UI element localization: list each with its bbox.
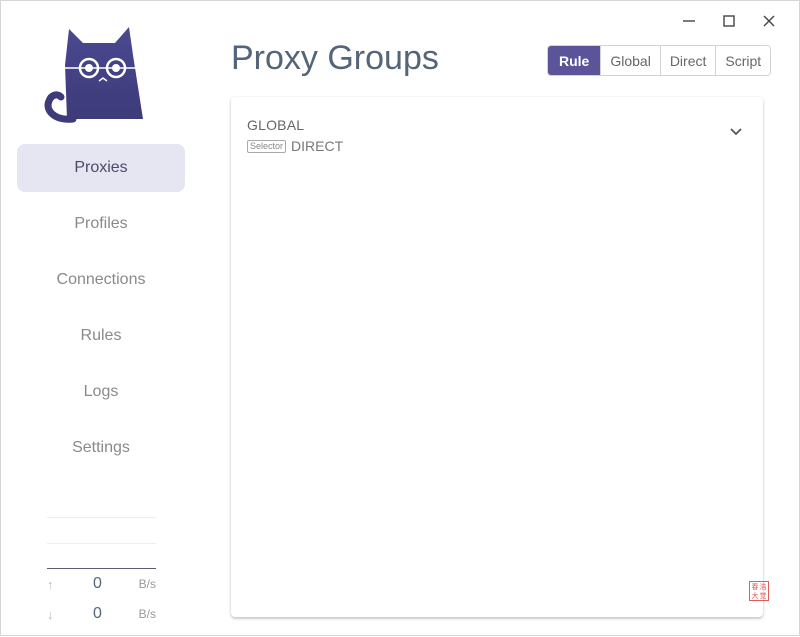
- proxy-group-row[interactable]: GLOBAL Selector DIRECT: [247, 117, 747, 157]
- arrow-down-icon: ↓: [47, 606, 54, 622]
- proxy-groups-card: GLOBAL Selector DIRECT: [231, 97, 763, 617]
- traffic-monitor: ↑ 0 B/s ↓ 0 B/s: [47, 517, 156, 629]
- seal-char: 浩: [759, 584, 767, 591]
- mode-script-button[interactable]: Script: [715, 46, 771, 75]
- sidebar-item-connections[interactable]: Connections: [17, 256, 185, 304]
- seal-char: 大: [751, 593, 759, 600]
- proxy-group-selected: DIRECT: [291, 138, 344, 154]
- maximize-icon: [723, 15, 735, 27]
- download-speed: ↓ 0 B/s: [47, 599, 156, 629]
- proxy-group-meta: Selector DIRECT: [247, 138, 747, 154]
- window-controls: [669, 9, 789, 33]
- upload-speed-unit: B/s: [138, 577, 156, 591]
- minimize-icon: [683, 20, 695, 22]
- mode-rule-button[interactable]: Rule: [548, 46, 601, 75]
- proxy-group-type-badge: Selector: [247, 139, 287, 153]
- maximize-button[interactable]: [709, 9, 749, 33]
- traffic-graph-gridline: [47, 543, 156, 544]
- sidebar-item-logs[interactable]: Logs: [17, 368, 185, 416]
- page-title: Proxy Groups: [231, 39, 439, 77]
- download-speed-unit: B/s: [138, 607, 156, 621]
- sidebar-item-profiles[interactable]: Profiles: [17, 200, 185, 248]
- mode-global-button[interactable]: Global: [600, 46, 660, 75]
- sidebar-item-proxies[interactable]: Proxies: [17, 144, 185, 192]
- mode-switch: Rule Global Direct Script: [547, 45, 772, 76]
- seal-stamp-icon: 春 浩 大 觉: [749, 581, 769, 601]
- sidebar: Proxies Profiles Connections Rules Logs …: [1, 1, 201, 637]
- sidebar-nav: Proxies Profiles Connections Rules Logs …: [17, 144, 185, 480]
- close-icon: [763, 15, 775, 27]
- seal-char: 春: [751, 584, 759, 591]
- seal-char: 觉: [759, 593, 767, 600]
- sidebar-item-settings[interactable]: Settings: [17, 424, 185, 472]
- minimize-button[interactable]: [669, 9, 709, 33]
- mode-direct-button[interactable]: Direct: [659, 46, 716, 75]
- cat-logo: [43, 25, 147, 125]
- download-speed-value: 0: [93, 605, 102, 622]
- upload-speed: ↑ 0 B/s: [47, 569, 156, 599]
- upload-speed-value: 0: [93, 575, 102, 592]
- chevron-down-icon[interactable]: [729, 127, 743, 137]
- proxy-group-name: GLOBAL: [247, 117, 305, 133]
- arrow-up-icon: ↑: [47, 576, 54, 592]
- sidebar-item-rules[interactable]: Rules: [17, 312, 185, 360]
- close-button[interactable]: [749, 9, 789, 33]
- traffic-graph-gridline: [47, 517, 156, 518]
